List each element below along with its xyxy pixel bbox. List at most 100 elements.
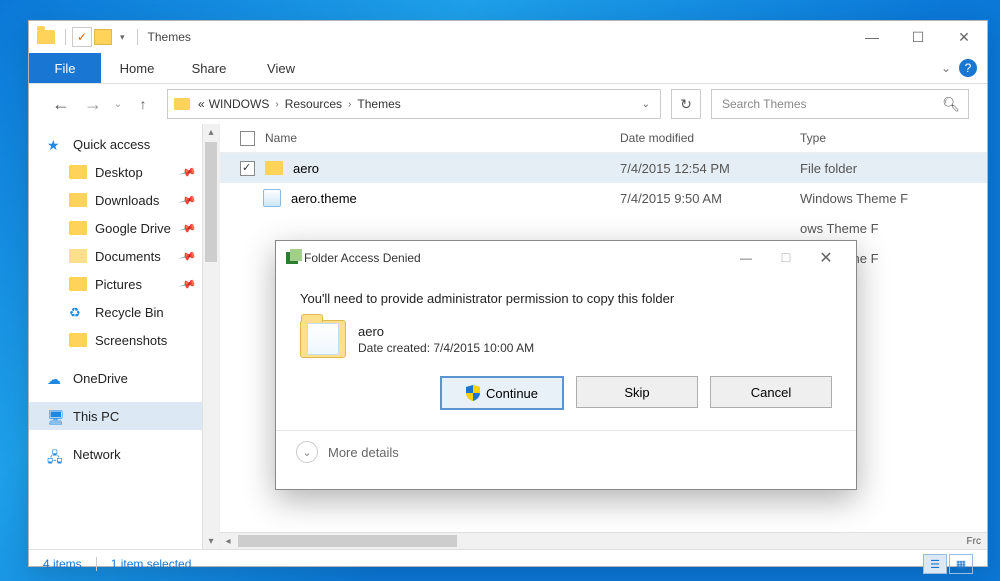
- theme-icon: [263, 189, 281, 207]
- more-details-toggle[interactable]: ⌄ More details: [276, 430, 856, 473]
- pin-icon: 📌: [179, 163, 197, 181]
- title-bar[interactable]: ✓ ▾ Themes — ☐ ✕: [29, 21, 987, 53]
- pin-icon: 📌: [179, 219, 197, 237]
- view-details-button[interactable]: ☰: [923, 554, 947, 574]
- tab-view[interactable]: View: [245, 53, 317, 83]
- chevron-right-icon[interactable]: ›: [344, 99, 355, 110]
- dialog-folder-name: aero: [358, 324, 534, 339]
- sidebar-item-google-drive[interactable]: Google Drive📌: [29, 214, 219, 242]
- navigation-pane: ★Quick access Desktop📌 Downloads📌 Google…: [29, 124, 220, 549]
- dialog-close-button[interactable]: ✕: [806, 244, 846, 272]
- folder-icon: [265, 161, 283, 175]
- address-bar[interactable]: « WINDOWS › Resources › Themes ⌄: [167, 89, 661, 119]
- close-button[interactable]: ✕: [941, 22, 987, 52]
- pin-icon: 📌: [179, 191, 197, 209]
- tab-home[interactable]: Home: [101, 53, 173, 83]
- tab-file[interactable]: File: [29, 53, 101, 83]
- folder-icon: [69, 165, 87, 179]
- sidebar-onedrive[interactable]: ☁OneDrive: [29, 364, 219, 392]
- cloud-icon: ☁: [47, 371, 65, 385]
- refresh-button[interactable]: ↻: [671, 89, 701, 119]
- forward-button[interactable]: →: [79, 90, 107, 118]
- qat-newfolder-icon[interactable]: [94, 29, 112, 45]
- status-frc: Frc: [967, 536, 987, 547]
- scroll-up-icon[interactable]: ▴: [203, 124, 219, 140]
- search-icon[interactable]: 🔍︎: [942, 96, 960, 113]
- dialog-minimize-button[interactable]: —: [726, 244, 766, 272]
- recent-dropdown[interactable]: ⌄: [111, 90, 125, 118]
- tab-share[interactable]: Share: [173, 53, 245, 83]
- back-button[interactable]: ←: [47, 90, 75, 118]
- recycle-icon: ♻: [69, 305, 87, 319]
- skip-button[interactable]: Skip: [576, 376, 698, 408]
- chevron-down-icon: ⌄: [296, 441, 318, 463]
- view-icons-button[interactable]: ▦: [949, 554, 973, 574]
- dialog-folder-date: Date created: 7/4/2015 10:00 AM: [358, 341, 534, 355]
- continue-button[interactable]: Continue: [440, 376, 564, 410]
- search-input[interactable]: [720, 96, 942, 112]
- qat-properties-icon[interactable]: ✓: [72, 27, 92, 47]
- sidebar-item-downloads[interactable]: Downloads📌: [29, 186, 219, 214]
- folder-icon: [69, 193, 87, 207]
- sidebar-this-pc[interactable]: 🖥This PC: [29, 402, 219, 430]
- folder-icon: [69, 277, 87, 291]
- breadcrumb-prefix[interactable]: «: [196, 97, 207, 111]
- breadcrumb-seg[interactable]: Resources: [283, 97, 344, 111]
- col-date[interactable]: Date modified: [620, 131, 800, 145]
- pin-icon: 📌: [179, 275, 197, 293]
- horizontal-scrollbar[interactable]: ◂ Frc: [220, 532, 987, 549]
- sidebar-item-desktop[interactable]: Desktop📌: [29, 158, 219, 186]
- scroll-thumb[interactable]: [205, 142, 217, 262]
- scroll-down-icon[interactable]: ▾: [203, 533, 219, 549]
- star-icon: ★: [47, 137, 65, 151]
- status-bar: 4 items 1 item selected ☰ ▦: [29, 549, 987, 578]
- list-item[interactable]: ows Theme F: [220, 213, 987, 243]
- sidebar-item-screenshots[interactable]: Screenshots: [29, 326, 219, 354]
- uac-shield-icon: [466, 385, 480, 401]
- qat-dropdown-icon[interactable]: ▾: [120, 32, 125, 43]
- ribbon-collapse-icon[interactable]: ⌄: [941, 61, 951, 75]
- dialog-title: Folder Access Denied: [304, 251, 421, 265]
- pin-icon: 📌: [179, 247, 197, 265]
- scroll-thumb[interactable]: [238, 535, 457, 547]
- minimize-button[interactable]: —: [849, 22, 895, 52]
- folder-icon: [69, 221, 87, 235]
- chevron-right-icon[interactable]: ›: [271, 99, 282, 110]
- copy-operation-icon: [286, 252, 298, 264]
- sidebar-item-documents[interactable]: Documents📌: [29, 242, 219, 270]
- folder-icon: [174, 98, 190, 110]
- dialog-titlebar[interactable]: Folder Access Denied — ☐ ✕: [276, 241, 856, 275]
- sidebar-quick-access[interactable]: ★Quick access: [29, 130, 219, 158]
- folder-icon: [69, 249, 87, 263]
- window-title: Themes: [148, 30, 191, 44]
- dialog-maximize-button: ☐: [766, 244, 806, 272]
- status-item-count: 4 items: [43, 557, 82, 571]
- maximize-button[interactable]: ☐: [895, 22, 941, 52]
- network-icon: 🖧: [47, 447, 65, 461]
- status-selected-count: 1 item selected: [111, 557, 192, 571]
- cancel-button[interactable]: Cancel: [710, 376, 832, 408]
- breadcrumb-seg[interactable]: WINDOWS: [207, 97, 272, 111]
- col-type[interactable]: Type: [800, 131, 987, 145]
- list-item[interactable]: aero 7/4/2015 12:54 PM File folder: [220, 153, 987, 183]
- nav-scrollbar[interactable]: ▴ ▾: [202, 124, 219, 549]
- sidebar-item-recycle-bin[interactable]: ♻Recycle Bin: [29, 298, 219, 326]
- scroll-left-icon[interactable]: ◂: [220, 536, 236, 547]
- up-button[interactable]: ↑: [129, 90, 157, 118]
- sidebar-network[interactable]: 🖧Network: [29, 440, 219, 468]
- ribbon: File Home Share View ⌄ ?: [29, 53, 987, 84]
- sidebar-item-pictures[interactable]: Pictures📌: [29, 270, 219, 298]
- nav-row: ← → ⌄ ↑ « WINDOWS › Resources › Themes ⌄…: [29, 84, 987, 124]
- breadcrumb-seg[interactable]: Themes: [355, 97, 402, 111]
- folder-large-icon: [300, 320, 346, 358]
- col-name[interactable]: Name: [265, 131, 297, 145]
- select-all-checkbox[interactable]: [240, 131, 255, 146]
- address-dropdown-icon[interactable]: ⌄: [638, 99, 654, 110]
- list-item[interactable]: aero.theme 7/4/2015 9:50 AM Windows Them…: [220, 183, 987, 213]
- help-icon[interactable]: ?: [959, 59, 977, 77]
- search-box[interactable]: 🔍︎: [711, 89, 969, 119]
- dialog-message: You'll need to provide administrator per…: [300, 291, 832, 306]
- folder-icon: [69, 333, 87, 347]
- row-checkbox[interactable]: [240, 161, 255, 176]
- column-headers[interactable]: Name Date modified Type: [220, 124, 987, 153]
